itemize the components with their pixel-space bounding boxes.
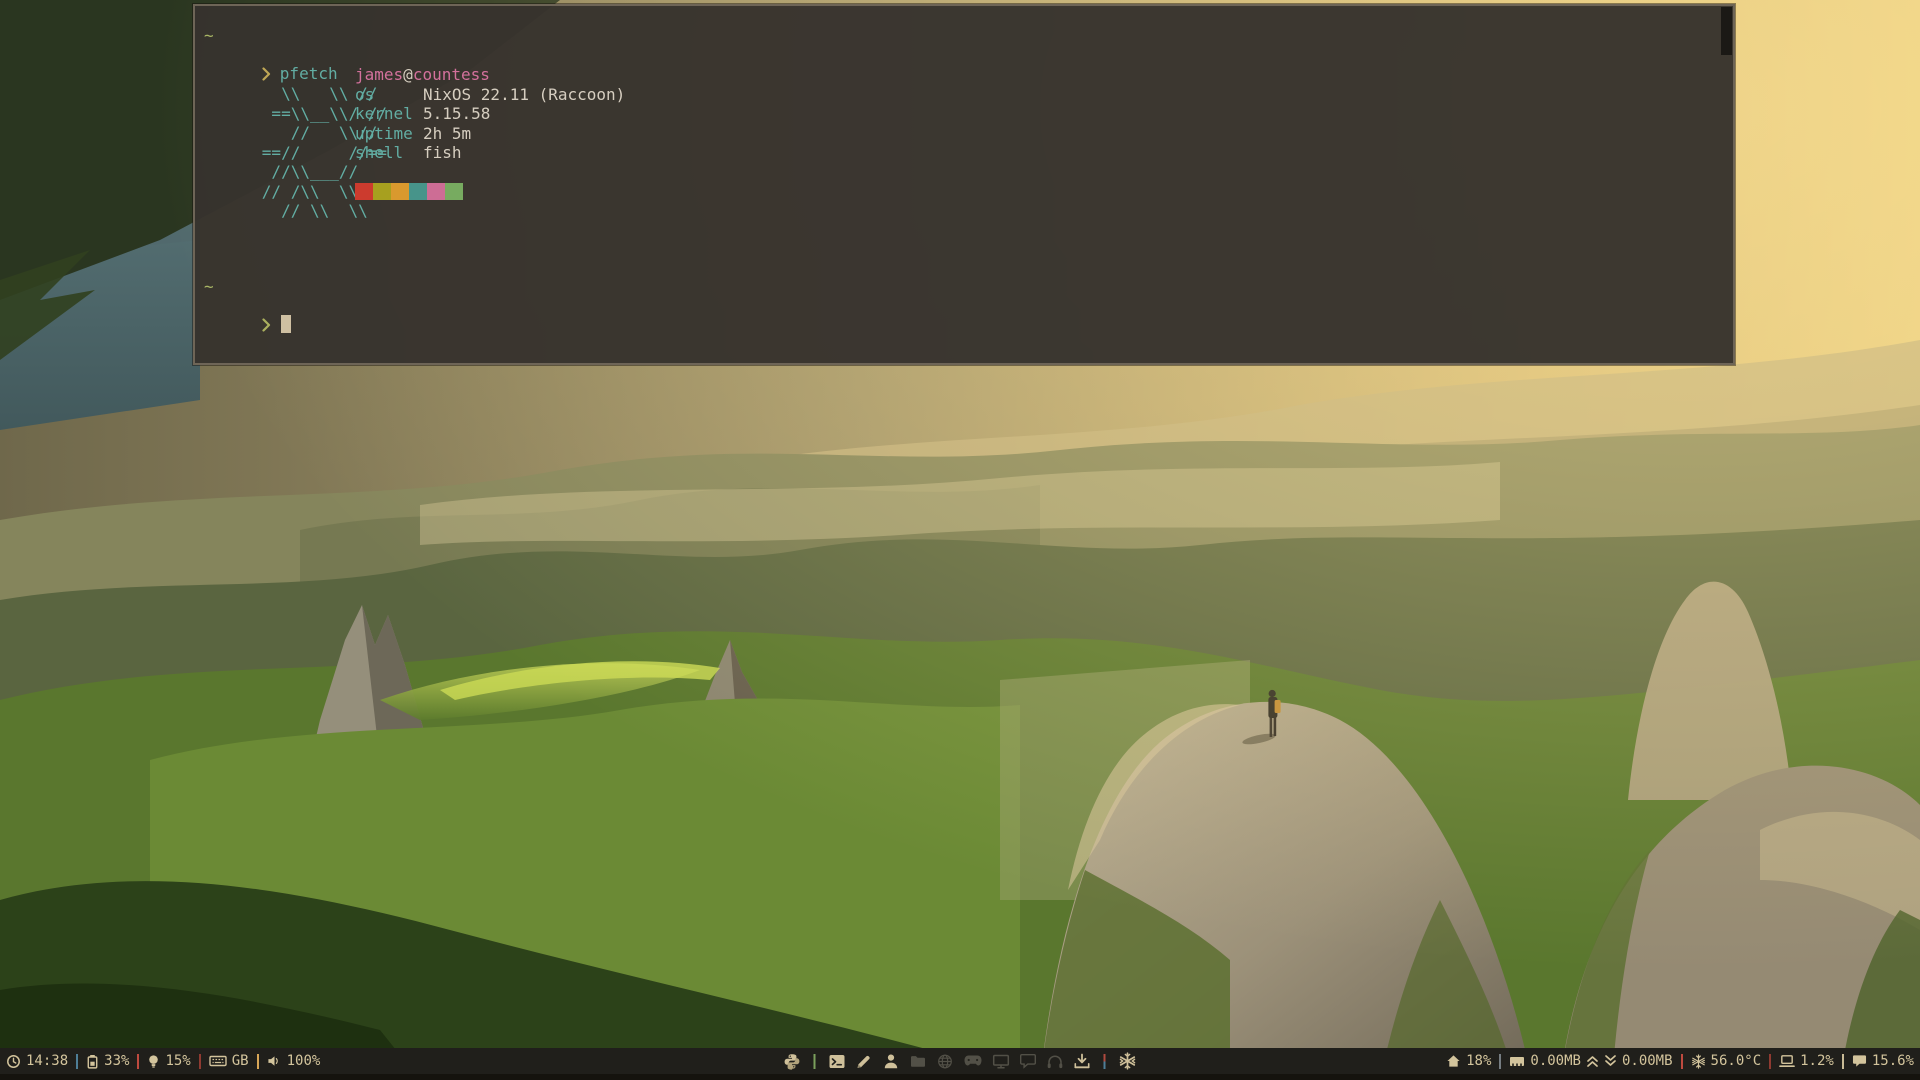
palette-swatch <box>445 183 463 200</box>
workspace-downloads[interactable] <box>1074 1053 1091 1069</box>
pfetch-info-kernel: kernel5.15.58 <box>355 104 490 123</box>
volume-icon <box>267 1054 282 1068</box>
disk-widget[interactable]: 1.2% <box>1779 1053 1834 1069</box>
workspace-chat[interactable] <box>1020 1053 1037 1069</box>
chat-icon <box>1020 1053 1037 1069</box>
clock-widget[interactable]: 14:38 <box>6 1053 68 1069</box>
chat-bubble-icon <box>1852 1054 1867 1068</box>
workspace-music[interactable] <box>1047 1054 1064 1069</box>
separator <box>199 1054 201 1069</box>
status-bar: 14:38 33% 15% GB 100% <box>0 1048 1920 1074</box>
workspace-editor[interactable] <box>856 1053 873 1070</box>
terminal-cursor <box>281 315 291 333</box>
separator <box>1681 1054 1683 1069</box>
brightness-icon <box>147 1054 160 1069</box>
bar-right-group: 18% 0.00MB 0.00MB 56.0°C 1.2% <box>1446 1053 1914 1069</box>
workspace-nixos[interactable] <box>1119 1052 1137 1070</box>
pfetch-info-os: osNixOS 22.11 (Raccoon) <box>355 85 625 104</box>
workspace-user[interactable] <box>883 1053 900 1070</box>
separator <box>1104 1054 1106 1069</box>
pfetch-user-host: james@countess <box>355 65 490 84</box>
separator <box>1499 1054 1501 1069</box>
pfetch-info-shell: shellfish <box>355 143 462 162</box>
separator <box>137 1054 139 1069</box>
terminal-cwd: ~ <box>204 277 214 296</box>
headphones-icon <box>1047 1054 1064 1069</box>
download-chevrons-icon <box>1604 1054 1617 1068</box>
battery-icon <box>86 1054 99 1069</box>
globe-icon <box>937 1053 954 1070</box>
home-icon <box>1446 1054 1461 1068</box>
separator <box>1842 1054 1844 1069</box>
volume-widget[interactable]: 100% <box>267 1053 321 1069</box>
workspace-switcher <box>779 1048 1142 1074</box>
ethernet-icon <box>1509 1055 1525 1068</box>
workspace-terminal[interactable] <box>829 1053 846 1070</box>
pfetch-info-uptime: uptime2h 5m <box>355 124 471 143</box>
gamepad-icon <box>964 1054 983 1068</box>
palette-swatch <box>373 183 391 200</box>
clock-icon <box>6 1054 21 1069</box>
separator <box>1769 1054 1771 1069</box>
terminal-prompt-line <box>204 296 291 353</box>
palette-swatch <box>427 183 445 200</box>
memory-widget[interactable]: 18% <box>1446 1053 1491 1069</box>
terminal-icon <box>829 1053 846 1070</box>
cpu-widget[interactable]: 15.6% <box>1852 1053 1914 1069</box>
keyboard-layout-widget[interactable]: GB <box>209 1053 249 1069</box>
bar-left-group: 14:38 33% 15% GB 100% <box>6 1053 320 1069</box>
pfetch-art-line: // \\ \\ <box>204 182 368 258</box>
workspace-files[interactable] <box>910 1053 927 1070</box>
network-widget[interactable]: 0.00MB 0.00MB <box>1509 1053 1672 1069</box>
separator <box>257 1054 259 1069</box>
brightness-widget[interactable]: 15% <box>147 1053 190 1069</box>
pfetch-color-palette <box>355 183 463 200</box>
workspace-games[interactable] <box>964 1054 983 1068</box>
workspace-monitor[interactable] <box>993 1054 1010 1069</box>
snowflake-icon <box>1691 1054 1706 1069</box>
download-icon <box>1074 1053 1091 1069</box>
workspace-web[interactable] <box>937 1053 954 1070</box>
keyboard-icon <box>209 1054 227 1068</box>
palette-swatch <box>391 183 409 200</box>
nixos-snowflake-icon <box>1119 1052 1137 1070</box>
separator <box>76 1054 78 1069</box>
separator <box>814 1054 816 1069</box>
palette-swatch <box>409 183 427 200</box>
person-icon <box>883 1053 900 1070</box>
workspace-python[interactable] <box>784 1053 801 1070</box>
python-icon <box>784 1053 801 1070</box>
desktop: ~ pfetch \\ \\ // james@countess ==\\__\… <box>0 0 1920 1080</box>
laptop-icon <box>1779 1054 1795 1068</box>
pencil-icon <box>856 1053 873 1070</box>
prompt-chevron-icon <box>262 318 271 332</box>
monitor-icon <box>993 1054 1010 1069</box>
terminal-scrollbar[interactable] <box>1721 7 1732 55</box>
temperature-widget[interactable]: 56.0°C <box>1691 1053 1762 1069</box>
folder-icon <box>910 1053 927 1070</box>
upload-chevrons-icon <box>1586 1054 1599 1068</box>
battery-widget[interactable]: 33% <box>86 1053 129 1069</box>
bar-bottom-strip <box>0 1074 1920 1080</box>
terminal-window[interactable]: ~ pfetch \\ \\ // james@countess ==\\__\… <box>193 4 1735 365</box>
palette-swatch <box>355 183 373 200</box>
terminal-cwd: ~ <box>204 26 214 45</box>
